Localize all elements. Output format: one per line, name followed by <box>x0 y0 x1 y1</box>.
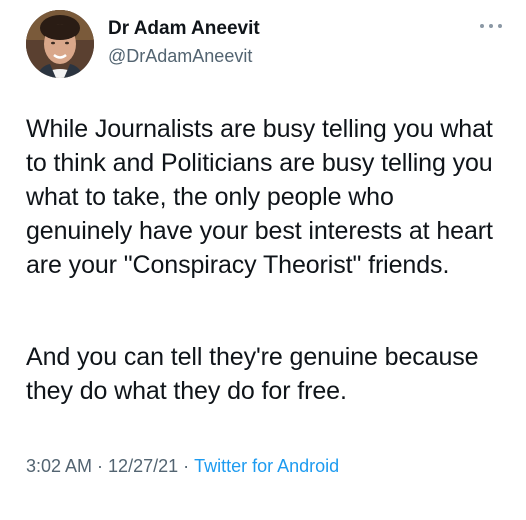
more-dot <box>480 24 484 28</box>
meta-separator: · <box>183 456 190 476</box>
more-dot <box>498 24 502 28</box>
more-dot <box>489 24 493 28</box>
tweet-text-paragraph: And you can tell they're genuine because… <box>26 343 479 405</box>
author-handle[interactable]: @DrAdamAneevit <box>108 46 252 67</box>
author-name[interactable]: Dr Adam Aneevit <box>108 18 260 40</box>
tweet-date[interactable]: 12/27/21 <box>108 456 178 476</box>
meta-separator: · <box>97 456 104 476</box>
avatar-image <box>26 10 94 78</box>
tweet-source-link[interactable]: Twitter for Android <box>194 456 339 476</box>
tweet-text-paragraph: While Journalists are busy telling you w… <box>26 115 493 279</box>
tweet-card: Dr Adam Aneevit @DrAdamAneevit While Jou… <box>0 0 526 520</box>
avatar[interactable] <box>26 10 94 78</box>
more-options-icon[interactable] <box>476 16 506 36</box>
tweet-time[interactable]: 3:02 AM <box>26 456 92 476</box>
tweet-metadata: 3:02 AM · 12/27/21 · Twitter for Android <box>26 456 339 477</box>
